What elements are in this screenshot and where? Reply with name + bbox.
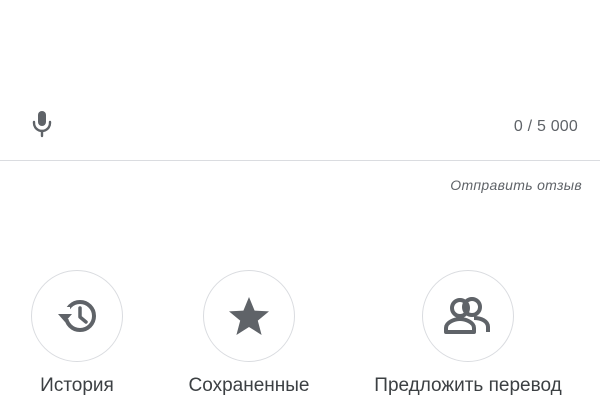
source-text-area[interactable]: 0 / 5 000 bbox=[0, 0, 600, 160]
suggest-translation-button[interactable] bbox=[422, 270, 514, 362]
people-icon bbox=[444, 297, 490, 334]
voice-input-button[interactable] bbox=[24, 104, 60, 144]
mic-icon bbox=[32, 111, 52, 138]
suggest-translation-label: Предложить перевод bbox=[374, 375, 562, 396]
suggest-translation-action[interactable]: Предложить перевод bbox=[360, 270, 576, 397]
translate-page: 0 / 5 000 Отправить отзыв История Сохран… bbox=[0, 0, 600, 400]
divider bbox=[0, 160, 600, 161]
history-button[interactable] bbox=[31, 270, 123, 362]
history-label: История bbox=[40, 375, 114, 396]
send-feedback-link[interactable]: Отправить отзыв bbox=[450, 177, 582, 193]
saved-action[interactable]: Сохраненные bbox=[169, 270, 329, 397]
saved-button[interactable] bbox=[203, 270, 295, 362]
history-action[interactable]: История bbox=[30, 270, 124, 397]
history-icon bbox=[58, 300, 96, 332]
character-counter: 0 / 5 000 bbox=[513, 118, 578, 135]
star-icon bbox=[229, 297, 269, 335]
saved-label: Сохраненные bbox=[188, 375, 310, 396]
